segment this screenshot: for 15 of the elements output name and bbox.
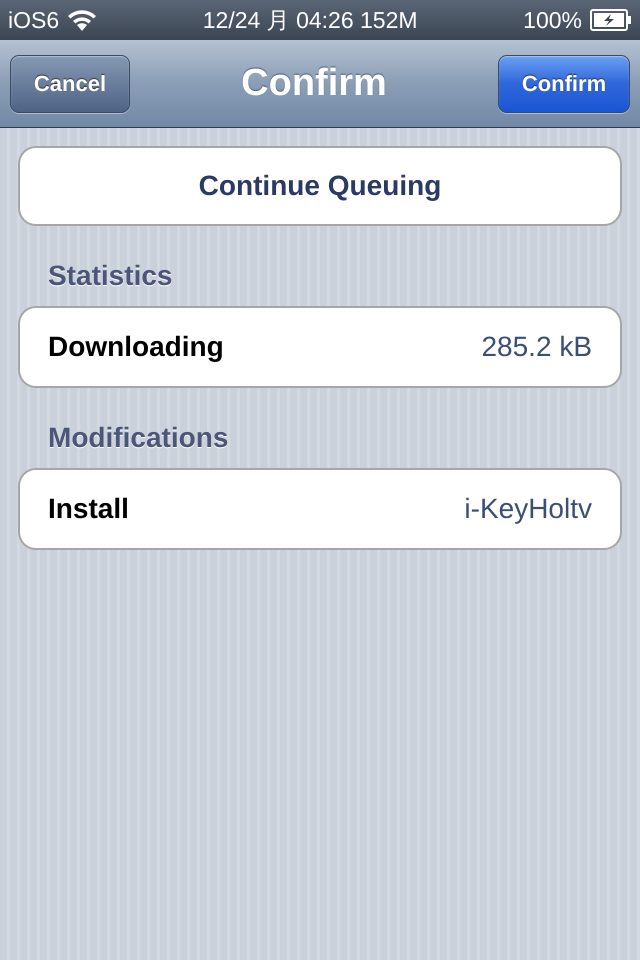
- section-header: Modifications: [48, 421, 228, 455]
- continue-queuing-button[interactable]: Continue Queuing: [18, 146, 622, 226]
- nav-title: Confirm: [240, 62, 388, 105]
- section-header: Statistics: [48, 259, 172, 293]
- wifi-icon: [67, 9, 98, 31]
- battery-icon: [590, 9, 632, 31]
- carrier-text: iOS6: [8, 6, 60, 34]
- row-value: 285.2 kB: [481, 331, 592, 363]
- cancel-button[interactable]: Cancel: [10, 54, 130, 112]
- battery-percent: 100%: [523, 6, 582, 34]
- row-label: Install: [48, 493, 129, 525]
- confirm-button[interactable]: Confirm: [498, 54, 630, 112]
- row-label: Downloading: [48, 331, 224, 363]
- status-time: 12/24 月 04:26 152M: [202, 6, 419, 34]
- row-value: i-KeyHoltv: [464, 493, 592, 525]
